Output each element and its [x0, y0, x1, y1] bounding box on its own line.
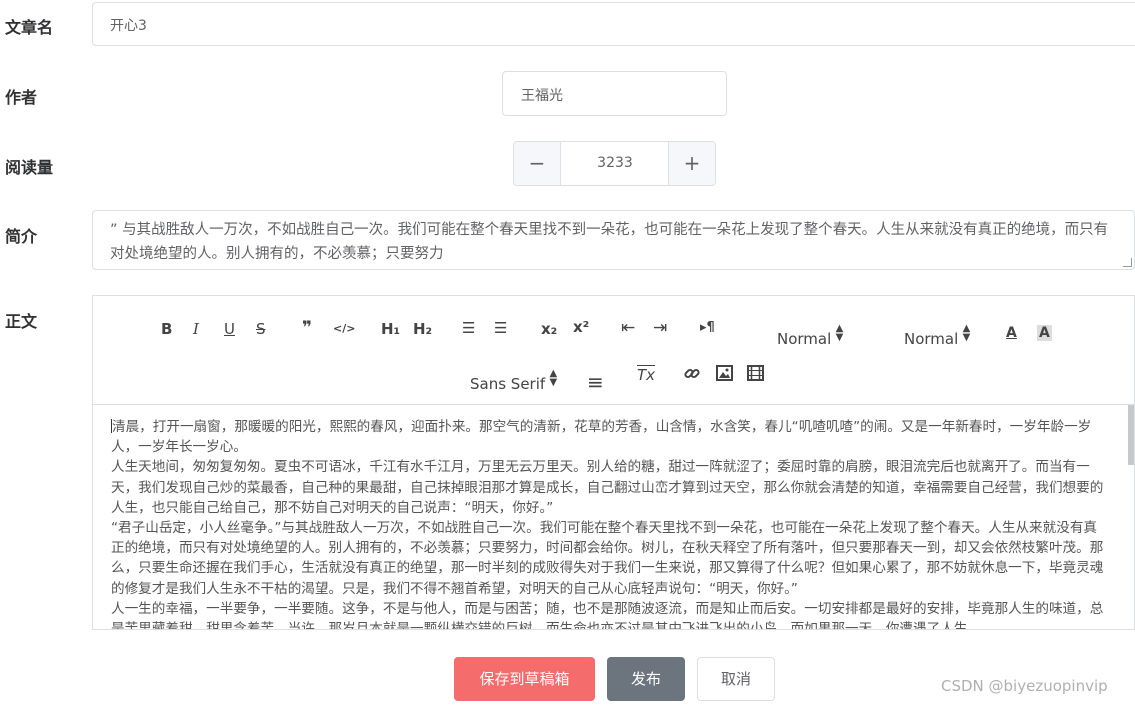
- size-picker-label: Normal: [777, 330, 832, 348]
- editor-toolbar: B I U S ❞ </> H₁ H₂ ☰ ☰ x₂ x² ⇤ ⇥ ▸¶ Nor…: [92, 295, 1135, 404]
- summary-label: 简介: [5, 227, 38, 246]
- save-draft-button[interactable]: 保存到草稿箱: [454, 657, 595, 701]
- link-icon: [684, 368, 700, 379]
- picker-arrow-icon: ▲ ▼: [962, 323, 971, 343]
- editor-scrollbar[interactable]: [1128, 405, 1134, 465]
- code-block-button[interactable]: </>: [333, 322, 355, 335]
- editor-paragraph: 清晨，打开一扇窗，那暖暖的阳光，熙熙的春风，迎面扑来。那空气的清新，花草的芳香，…: [111, 417, 1104, 457]
- font-picker-label: Sans Serif: [470, 375, 546, 393]
- superscript-button[interactable]: x²: [573, 318, 589, 336]
- cancel-button[interactable]: 取消: [697, 657, 775, 701]
- editor-paragraph: 人一生的幸福，一半要争，一半要随。这争，不是与他人，而是与困苦；随，也不是那随波…: [111, 599, 1104, 630]
- underline-button[interactable]: U: [224, 320, 235, 338]
- header-picker[interactable]: Normal ▲ ▼: [904, 324, 970, 349]
- resize-handle[interactable]: [1123, 258, 1132, 267]
- summary-textarea[interactable]: ” 与其战胜敌人一万次，不如战胜自己一次。我们可能在整个春天里找不到一朵花，也可…: [92, 210, 1135, 270]
- video-icon: [747, 365, 764, 381]
- align-button[interactable]: ≡: [587, 370, 604, 394]
- author-label: 作者: [5, 88, 38, 107]
- subscript-button[interactable]: x₂: [541, 320, 557, 338]
- summary-text: ” 与其战胜敌人一万次，不如战胜自己一次。我们可能在整个春天里找不到一朵花，也可…: [110, 222, 1109, 262]
- header-picker-label: Normal: [904, 330, 959, 348]
- image-button[interactable]: [716, 365, 733, 385]
- text-direction-button[interactable]: ▸¶: [700, 320, 715, 335]
- background-color-button[interactable]: A: [1037, 325, 1052, 341]
- italic-button[interactable]: I: [193, 320, 199, 338]
- author-input-value: 王福光: [521, 88, 563, 104]
- header-1-button[interactable]: H₁: [381, 320, 400, 338]
- link-button[interactable]: [683, 364, 701, 386]
- editor-content[interactable]: 清晨，打开一扇窗，那暖暖的阳光，熙熙的春风，迎面扑来。那空气的清新，花草的芳香，…: [111, 417, 1104, 630]
- rich-text-editor[interactable]: 清晨，打开一扇窗，那暖暖的阳光，熙熙的春风，迎面扑来。那空气的清新，花草的芳香，…: [92, 404, 1135, 630]
- image-icon: [716, 365, 733, 381]
- text-color-button[interactable]: A: [1006, 325, 1017, 341]
- editor-paragraph: “君子山岳定，小人丝毫争。”与其战胜敌人一万次，不如战胜自己一次。我们可能在整个…: [111, 518, 1104, 599]
- paragraph-text: 人生天地间，匆匆复匆匆。夏虫不可语冰，千江有水千江月，万里无云万里天。别人给的糖…: [111, 459, 1104, 516]
- font-picker[interactable]: Sans Serif ▲ ▼: [470, 369, 557, 394]
- views-value[interactable]: 3233: [561, 155, 669, 171]
- clean-format-button[interactable]: Tx: [637, 366, 655, 384]
- ordered-list-button[interactable]: ☰: [462, 319, 475, 337]
- title-label: 文章名: [5, 18, 54, 37]
- paragraph-text: 清晨，打开一扇窗，那暖暖的阳光，熙熙的春风，迎面扑来。那空气的清新，花草的芳香，…: [111, 419, 1092, 456]
- increment-button[interactable]: +: [668, 142, 715, 185]
- paragraph-text: 人一生的幸福，一半要争，一半要随。这争，不是与他人，而是与困苦；随，也不是那随波…: [111, 600, 1104, 630]
- bold-button[interactable]: B: [161, 320, 172, 338]
- indent-button[interactable]: ⇥: [653, 318, 667, 338]
- publish-button[interactable]: 发布: [607, 657, 685, 701]
- title-input[interactable]: 开心3: [92, 2, 1135, 46]
- decrement-button[interactable]: −: [514, 142, 561, 185]
- picker-arrow-icon: ▲ ▼: [549, 368, 558, 388]
- size-picker[interactable]: Normal ▲ ▼: [777, 324, 843, 349]
- blockquote-button[interactable]: ❞: [302, 318, 312, 338]
- views-label: 阅读量: [5, 158, 54, 177]
- strike-button[interactable]: S: [256, 320, 266, 338]
- picker-arrow-icon: ▲ ▼: [835, 323, 844, 343]
- video-button[interactable]: [747, 365, 764, 385]
- header-2-button[interactable]: H₂: [413, 320, 432, 338]
- author-input[interactable]: 王福光: [502, 71, 727, 116]
- paragraph-text: “君子山岳定，小人丝毫争。”与其战胜敌人一万次，不如战胜自己一次。我们可能在整个…: [111, 520, 1104, 597]
- bullet-list-button[interactable]: ☰: [494, 319, 507, 337]
- title-input-value: 开心3: [110, 18, 147, 34]
- views-stepper[interactable]: − 3233 +: [513, 141, 716, 186]
- editor-paragraph: 人生天地间，匆匆复匆匆。夏虫不可语冰，千江有水千江月，万里无云万里天。别人给的糖…: [111, 457, 1104, 518]
- watermark: CSDN @biyezuopinvip: [941, 677, 1108, 695]
- outdent-button[interactable]: ⇤: [621, 318, 635, 338]
- body-label: 正文: [5, 312, 38, 331]
